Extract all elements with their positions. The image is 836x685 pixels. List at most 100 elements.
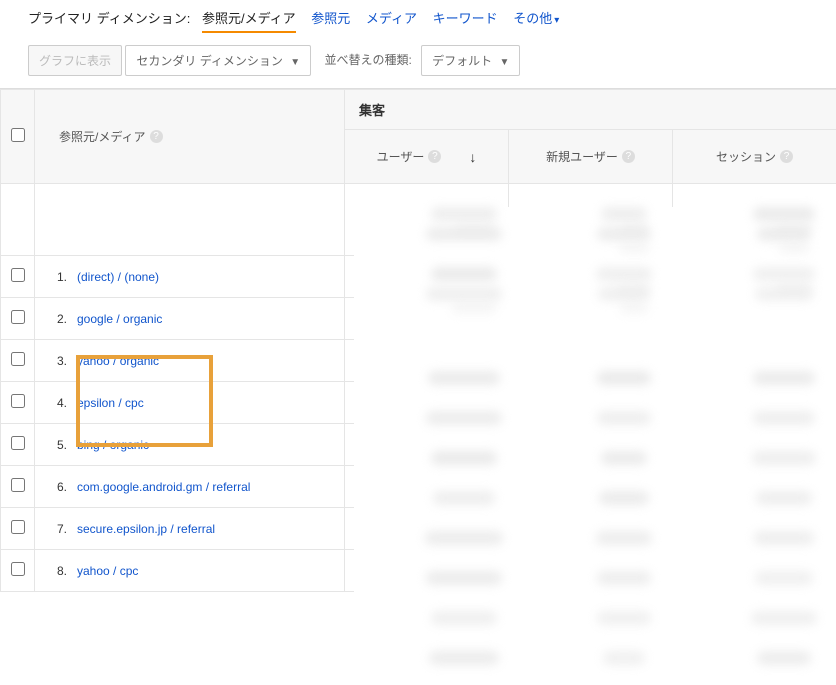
row-index: 3. [45, 354, 67, 368]
source-cell: 3. yahoo / organic [35, 340, 345, 382]
row-checkbox-cell [1, 382, 35, 424]
row-checkbox[interactable] [11, 268, 25, 282]
table-row: 4. epsilon / cpc [1, 382, 836, 424]
source-media-link[interactable]: (direct) / (none) [77, 270, 159, 284]
source-media-link[interactable]: epsilon / cpc [77, 396, 144, 410]
source-cell: 8. yahoo / cpc [35, 550, 345, 592]
row-checkbox-cell [1, 256, 35, 298]
tab-source-media[interactable]: 参照元/メディア [202, 8, 296, 33]
sort-desc-icon: ↓ [469, 149, 476, 165]
plot-rows-button: グラフに表示 [28, 45, 122, 76]
tab-media[interactable]: メディア [366, 8, 417, 27]
select-all-checkbox[interactable] [11, 128, 25, 142]
help-icon[interactable]: ? [150, 130, 163, 143]
row-checkbox-cell [1, 424, 35, 466]
header-acquisition: 集客 [345, 90, 836, 130]
metric-users [345, 550, 509, 592]
table-row: 7.secure.epsilon.jp / referral [1, 508, 836, 550]
source-cell: 5. bing / organic [35, 424, 345, 466]
source-media-link[interactable]: yahoo / organic [77, 354, 159, 368]
row-index: 5. [45, 438, 67, 452]
help-icon[interactable]: ? [780, 150, 793, 163]
header-source-media[interactable]: 参照元/メディア ? [35, 90, 345, 184]
row-checkbox[interactable] [11, 310, 25, 324]
sort-type-button[interactable]: デフォルト ▼ [421, 45, 520, 76]
source-cell: 1. (direct) / (none) [35, 256, 345, 298]
metric-users [345, 382, 509, 424]
source-cell: 6. com.google.android.gm / referral [35, 466, 345, 508]
metric-new-users [509, 256, 673, 298]
tab-keyword[interactable]: キーワード [433, 8, 498, 27]
table-row: 1. (direct) / (none) [1, 256, 836, 298]
metric-sessions [673, 466, 836, 508]
row-index: 2. [45, 312, 67, 326]
source-media-link[interactable]: bing / organic [77, 438, 149, 452]
table-row: 2. google / organic [1, 298, 836, 340]
row-checkbox[interactable] [11, 562, 25, 576]
metric-new-users [509, 550, 673, 592]
metric-users [345, 298, 509, 340]
row-checkbox-cell [1, 298, 35, 340]
row-checkbox-cell [1, 340, 35, 382]
header-new-users-label: 新規ユーザー [546, 148, 618, 165]
metric-sessions [673, 340, 836, 382]
source-cell: 7.secure.epsilon.jp / referral [35, 508, 345, 550]
help-icon[interactable]: ? [622, 150, 635, 163]
header-users-label: ユーザー [377, 148, 425, 165]
source-media-link[interactable]: secure.epsilon.jp / referral [77, 522, 215, 536]
metric-sessions [673, 256, 836, 298]
header-users[interactable]: ユーザー ? ↓ [345, 130, 509, 184]
row-checkbox[interactable] [11, 436, 25, 450]
source-cell: 2. google / organic [35, 298, 345, 340]
tab-other-label: その他 [513, 11, 552, 26]
header-new-users[interactable]: 新規ユーザー ? [509, 130, 673, 184]
row-checkbox[interactable] [11, 478, 25, 492]
metric-users [345, 340, 509, 382]
metric-sessions [673, 424, 836, 466]
primary-dimension-bar: プライマリ ディメンション: 参照元/メディア 参照元 メディア キーワード そ… [0, 0, 836, 37]
metric-new-users [509, 382, 673, 424]
row-checkbox-cell [1, 466, 35, 508]
row-index: 8. [45, 564, 67, 578]
source-media-link[interactable]: com.google.android.gm / referral [77, 480, 250, 494]
table-row: 6. com.google.android.gm / referral [1, 466, 836, 508]
caret-down-icon: ▾ [554, 15, 559, 26]
row-checkbox[interactable] [11, 352, 25, 366]
source-media-link[interactable]: google / organic [77, 312, 162, 326]
metric-sessions [673, 382, 836, 424]
row-index: 1. [45, 270, 67, 284]
primary-dimension-label: プライマリ ディメンション: [28, 11, 190, 26]
metric-users [345, 424, 509, 466]
metric-sessions [673, 508, 836, 550]
caret-down-icon: ▼ [500, 57, 510, 68]
metric-users [345, 256, 509, 298]
header-sessions-label: セッション [716, 148, 776, 165]
header-checkbox-cell [1, 90, 35, 184]
header-sessions[interactable]: セッション ? [673, 130, 836, 184]
metric-sessions [673, 550, 836, 592]
row-checkbox[interactable] [11, 520, 25, 534]
source-media-link[interactable]: yahoo / cpc [77, 564, 138, 578]
tab-other[interactable]: その他▾ [513, 8, 559, 27]
summary-row [1, 184, 836, 256]
row-index: 6. [45, 480, 67, 494]
sort-type-label: 並べ替えの種類: [324, 53, 411, 67]
caret-down-icon: ▼ [290, 57, 300, 68]
metric-new-users [509, 298, 673, 340]
toolbar: グラフに表示 セカンダリ ディメンション ▼ 並べ替えの種類: デフォルト ▼ [0, 37, 836, 89]
tab-source[interactable]: 参照元 [311, 8, 350, 27]
metric-new-users [509, 340, 673, 382]
secondary-dimension-button[interactable]: セカンダリ ディメンション ▼ [125, 45, 311, 76]
row-index: 4. [45, 396, 67, 410]
row-checkbox-cell [1, 550, 35, 592]
secondary-dimension-label: セカンダリ ディメンション [136, 54, 283, 68]
sort-type-value: デフォルト [432, 54, 492, 68]
help-icon[interactable]: ? [428, 150, 441, 163]
source-cell: 4. epsilon / cpc [35, 382, 345, 424]
table-row: 5. bing / organic [1, 424, 836, 466]
header-source-media-label: 参照元/メディア [59, 128, 146, 145]
metric-sessions [673, 298, 836, 340]
metric-new-users [509, 424, 673, 466]
table-row: 8. yahoo / cpc [1, 550, 836, 592]
row-checkbox[interactable] [11, 394, 25, 408]
